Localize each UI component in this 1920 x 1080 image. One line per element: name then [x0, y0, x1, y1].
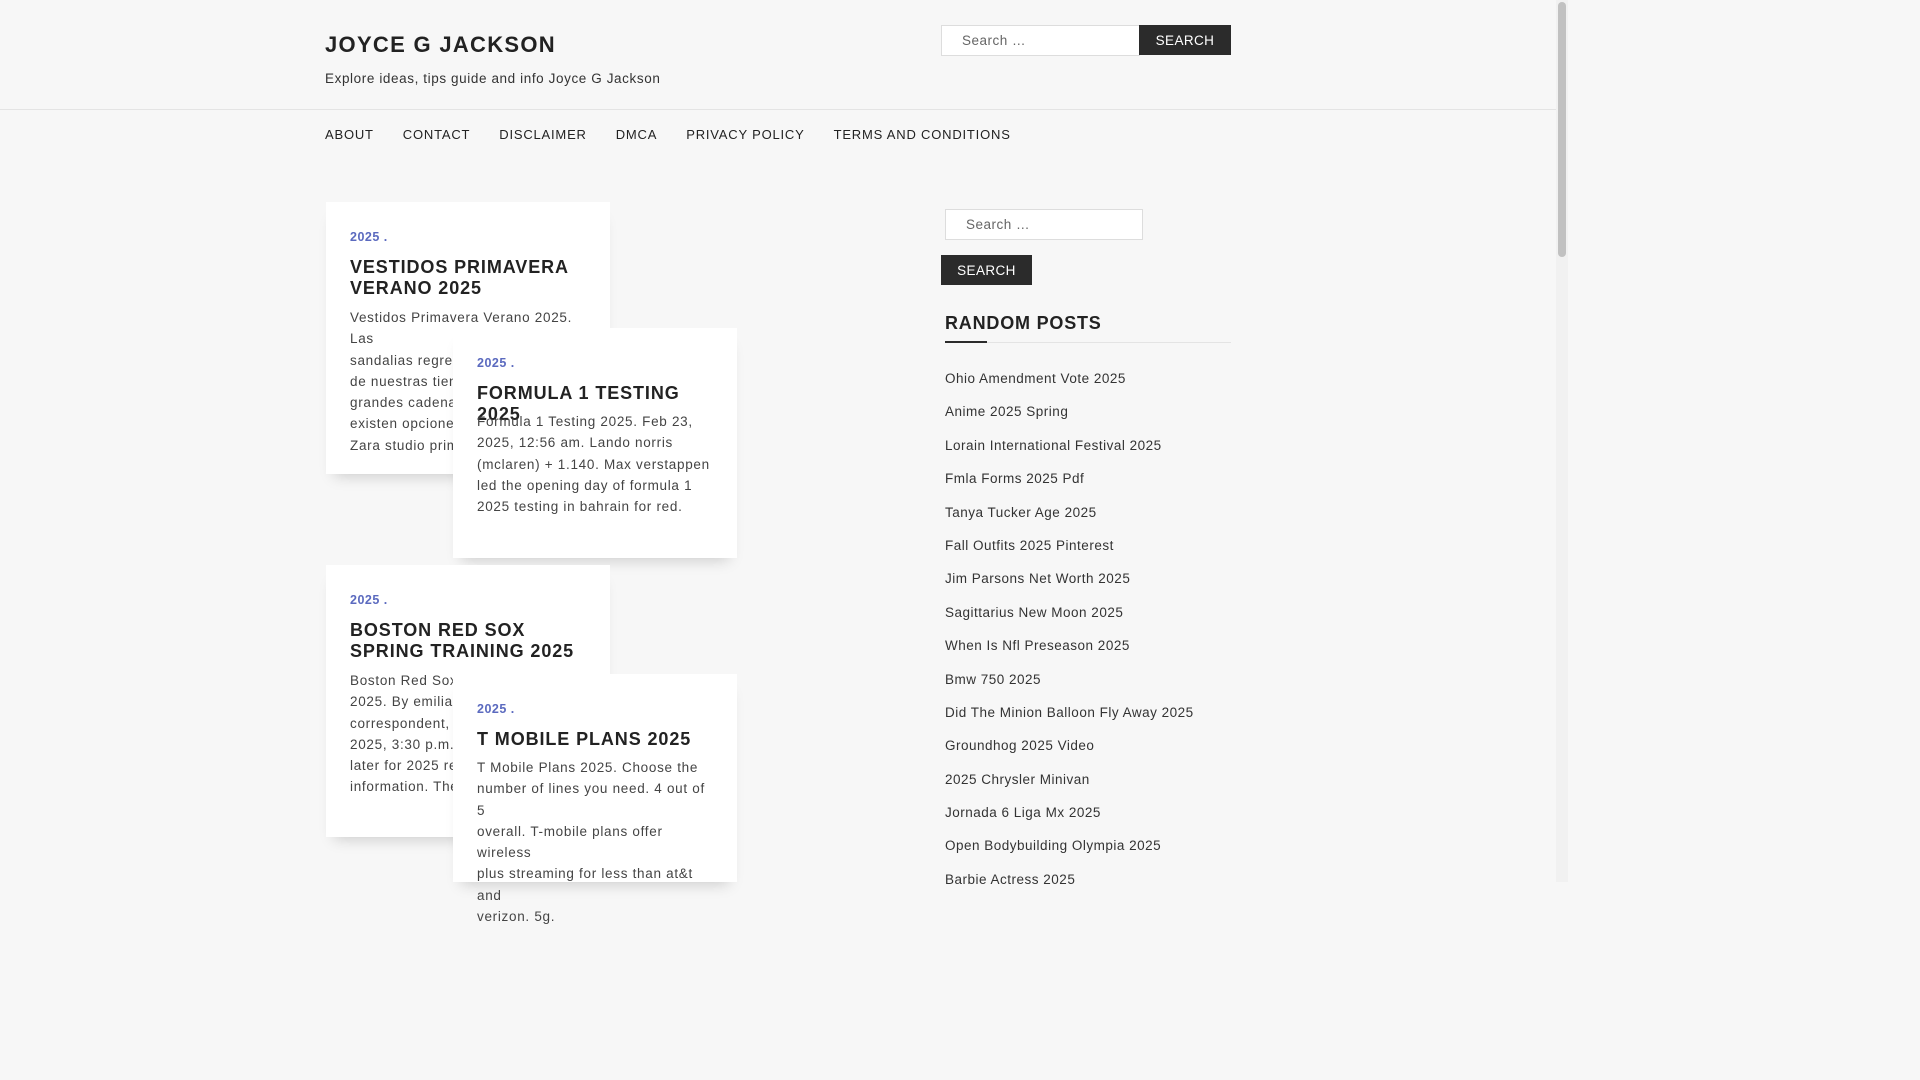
random-post-link[interactable]: Ohio Amendment Vote 2025	[945, 371, 1126, 386]
random-post-link[interactable]: Sagittarius New Moon 2025	[945, 605, 1123, 620]
header-search-button[interactable]: SEARCH	[1139, 25, 1231, 55]
nav-contact[interactable]: CONTACT	[403, 127, 470, 142]
widget-divider	[945, 342, 1231, 343]
random-post-link[interactable]: Bmw 750 2025	[945, 672, 1041, 687]
post-title[interactable]: T MOBILE PLANS 2025	[477, 729, 722, 750]
post-excerpt: T Mobile Plans 2025. Choose the number o…	[477, 760, 705, 925]
random-post-link[interactable]: 2025 Chrysler Minivan	[945, 772, 1090, 787]
post-title[interactable]: BOSTON RED SOX SPRING TRAINING 2025	[350, 620, 595, 662]
sidebar-search-button[interactable]: SEARCH	[941, 255, 1032, 285]
random-post-link[interactable]: Jim Parsons Net Worth 2025	[945, 571, 1130, 586]
post-card: 2025 . T MOBILE PLANS 2025 T Mobile Plan…	[453, 674, 737, 924]
post-excerpt: Formula 1 Testing 2025. Feb 23, 2025, 12…	[477, 414, 710, 515]
random-post-link[interactable]: Fmla Forms 2025 Pdf	[945, 471, 1084, 486]
nav-dmca[interactable]: DMCA	[616, 127, 657, 142]
random-post-link[interactable]: Tanya Tucker Age 2025	[945, 505, 1097, 520]
page-scrollbar[interactable]	[1556, 0, 1568, 882]
site-title[interactable]: JOYCE G JACKSON	[325, 32, 556, 58]
main-nav: ABOUT CONTACT DISCLAIMER DMCA PRIVACY PO…	[325, 127, 1040, 142]
post-title[interactable]: VESTIDOS PRIMAVERA VERANO 2025	[350, 257, 595, 299]
random-post-link[interactable]: Jornada 6 Liga Mx 2025	[945, 805, 1101, 820]
header-search-input[interactable]	[941, 25, 1140, 56]
random-post-link[interactable]: Groundhog 2025 Video	[945, 738, 1094, 753]
random-post-link[interactable]: Open Bodybuilding Olympia 2025	[945, 838, 1161, 853]
nav-about[interactable]: ABOUT	[325, 127, 374, 142]
random-post-link[interactable]: Anime 2025 Spring	[945, 404, 1068, 419]
site-header: JOYCE G JACKSON Explore ideas, tips guid…	[0, 0, 1556, 110]
post-category[interactable]: 2025 .	[477, 702, 515, 716]
sidebar-search-input[interactable]	[945, 209, 1143, 240]
nav-privacy-policy[interactable]: PRIVACY POLICY	[686, 127, 804, 142]
post-category[interactable]: 2025 .	[350, 230, 388, 244]
post-category[interactable]: 2025 .	[350, 593, 388, 607]
scrollbar-thumb[interactable]	[1558, 2, 1566, 257]
nav-disclaimer[interactable]: DISCLAIMER	[499, 127, 586, 142]
random-posts-list: Ohio Amendment Vote 2025 Anime 2025 Spri…	[945, 371, 1194, 905]
site-description: Explore ideas, tips guide and info Joyce…	[325, 71, 661, 86]
nav-terms-and-conditions[interactable]: TERMS AND CONDITIONS	[834, 127, 1011, 142]
post-card: 2025 . FORMULA 1 TESTING 2025 Formula 1 …	[453, 328, 737, 558]
random-post-link[interactable]: Barbie Actress 2025	[945, 872, 1075, 887]
random-post-link[interactable]: Fall Outfits 2025 Pinterest	[945, 538, 1114, 553]
widget-title: RANDOM POSTS	[945, 313, 1102, 333]
random-post-link[interactable]: When Is Nfl Preseason 2025	[945, 638, 1130, 653]
post-category[interactable]: 2025 .	[477, 356, 515, 370]
random-post-link[interactable]: Did The Minion Balloon Fly Away 2025	[945, 705, 1194, 720]
widget-accent-bar	[945, 341, 987, 343]
random-post-link[interactable]: Lorain International Festival 2025	[945, 438, 1162, 453]
